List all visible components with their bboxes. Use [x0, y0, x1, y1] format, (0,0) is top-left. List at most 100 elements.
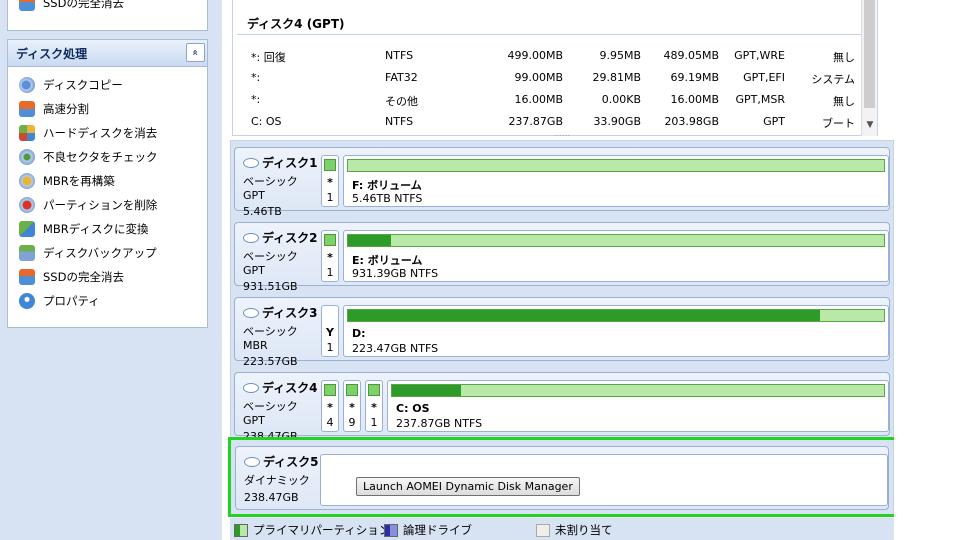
cell-free: 203.98GB [664, 115, 719, 128]
table-row[interactable]: *: その他 16.00MB 0.00KB 16.00MB GPT,MSR 無し [233, 93, 855, 113]
sidebar-item-wipe-disk[interactable]: ハードディスクを消去 [19, 123, 157, 143]
partition-letter: * [349, 401, 355, 414]
rebuild-mbr-icon [19, 173, 35, 189]
disk-name-row: ディスク2 [243, 229, 323, 246]
cell-used: 9.95MB [599, 49, 641, 62]
disk-backup-icon [19, 245, 35, 261]
table-row[interactable]: *: FAT32 99.00MB 29.81MB 69.19MB GPT,EFI… [233, 71, 855, 91]
cell-partition: C: OS [251, 115, 282, 128]
sidebar-item-ssd-erase[interactable]: SSDの完全消去 [19, 267, 124, 287]
partition-detail: 931.39GB NTFS [352, 267, 439, 280]
disk-name: ディスク2 [262, 231, 318, 245]
legend: プライマリパーティション 論理ドライブ 未割り当て [230, 518, 894, 540]
disk-name-row: ディスク3 [243, 304, 323, 321]
partition-bar [346, 384, 358, 396]
sidebar-item-label: SSDの完全消去 [43, 270, 124, 284]
primary-swatch-icon [234, 523, 248, 537]
partition-usage-fill [392, 385, 461, 396]
quick-partition-icon [19, 101, 35, 117]
sidebar-item-label: MBRディスクに変換 [43, 222, 149, 236]
sidebar-item-label: 不良セクタをチェック [43, 150, 158, 164]
partition-block-small[interactable]: Y 1 [321, 305, 339, 357]
disk-name-row: ディスク1 [243, 154, 323, 171]
partition-table: ディスク4 (GPT) *: 回復 NTFS 499.00MB 9.95MB 4… [232, 0, 878, 136]
sidebar-item-rebuild-mbr[interactable]: MBRを再構築 [19, 171, 115, 191]
splitter-grip-icon[interactable]: ⋯⋯ [554, 132, 570, 140]
scroll-down-icon[interactable]: ▼ [862, 120, 878, 134]
partition-block-main[interactable]: E: ボリューム 931.39GB NTFS [343, 230, 889, 282]
ssd-erase-icon [19, 269, 35, 285]
scrollbar-thumb[interactable] [864, 0, 875, 108]
disk-size: 5.46TB [243, 205, 282, 218]
sidebar-item-label: ディスクコピー [43, 78, 123, 92]
disk-type: ベーシック GPT [243, 175, 298, 202]
cell-filesystem: その他 [385, 95, 418, 108]
cell-flag: GPT,WRE [734, 49, 785, 62]
sidebar-item-ssd-erase-top[interactable]: SSDの完全消去 [19, 0, 124, 13]
partition-block-small[interactable]: * 9 [343, 380, 361, 432]
sidebar-item-label: ディスクバックアップ [43, 246, 157, 260]
sidebar-item-delete-partition[interactable]: パーティションを削除 [19, 195, 157, 215]
disk-icon [243, 382, 259, 393]
partition-usage-bar [347, 309, 885, 322]
disk-icon [243, 157, 259, 168]
legend-logical: 論理ドライブ [384, 522, 472, 538]
partition-block-main[interactable]: D: 223.47GB NTFS [343, 305, 889, 357]
partition-bar [368, 384, 380, 396]
sidebar-item-label: 高速分割 [43, 102, 89, 116]
partition-block-main[interactable]: C: OS 237.87GB NTFS [387, 380, 889, 432]
sidebar-top-box: SSDの完全消去 [7, 0, 208, 31]
table-row[interactable]: *: 回復 NTFS 499.00MB 9.95MB 489.05MB GPT,… [233, 49, 855, 69]
disk-type: ベーシック GPT [243, 400, 298, 427]
disk-name-row: ディスク4 [243, 379, 323, 396]
panel-header: ディスク処理 » [8, 40, 207, 67]
collapse-icon[interactable]: » [186, 43, 205, 62]
bad-sector-icon [19, 149, 35, 165]
partition-block-small[interactable]: * 1 [365, 380, 383, 432]
sidebar-item-disk-backup[interactable]: ディスクバックアップ [19, 243, 157, 263]
disk-name-row: ディスク5 [244, 453, 324, 470]
sidebar-item-quick-partition[interactable]: 高速分割 [19, 99, 89, 119]
table-row[interactable]: C: OS NTFS 237.87GB 33.90GB 203.98GB GPT… [233, 115, 855, 135]
table-title: ディスク4 (GPT) [247, 17, 345, 31]
dynamic-disk-area: Launch AOMEI Dynamic Disk Manager [320, 454, 888, 506]
sidebar-item-convert-mbr[interactable]: MBRディスクに変換 [19, 219, 149, 239]
panel-title: ディスク処理 [16, 46, 88, 61]
partition-index: 1 [326, 341, 334, 354]
partition-block-small[interactable]: * 1 [321, 155, 339, 207]
disk-card-2[interactable]: ディスク2 ベーシック GPT 931.51GB * 1 E: ボリューム 93… [234, 222, 890, 293]
legend-label: 論理ドライブ [403, 523, 472, 537]
table-divider [237, 34, 873, 35]
cell-partition: *: [251, 71, 261, 84]
launch-dynamic-disk-manager-button[interactable]: Launch AOMEI Dynamic Disk Manager [356, 477, 580, 496]
cell-partition: *: [251, 93, 261, 106]
disk-card-4[interactable]: ディスク4 ベーシック GPT 238.47GB * 4 * 9 * 1 C: … [234, 372, 890, 443]
sidebar-item-disk-copy[interactable]: ディスクコピー [19, 75, 123, 95]
sidebar-item-label: MBRを再構築 [43, 174, 115, 188]
disk-type: ベーシック GPT [243, 250, 298, 277]
partition-block-small[interactable]: * 1 [321, 230, 339, 282]
sidebar-item-bad-sector[interactable]: 不良セクタをチェック [19, 147, 158, 167]
disk-card-5[interactable]: ディスク5 ダイナミック 238.47GB Launch AOMEI Dynam… [235, 446, 889, 510]
partition-index: 1 [370, 416, 378, 429]
disk-info: ディスク5 ダイナミック 238.47GB [244, 453, 324, 504]
partition-usage-fill [348, 310, 820, 321]
cell-capacity: 237.87GB [508, 115, 563, 128]
partition-usage-bar [347, 159, 885, 172]
partition-block-small[interactable]: * 4 [321, 380, 339, 432]
partition-detail: 237.87GB NTFS [396, 417, 483, 430]
sidebar-item-properties[interactable]: プロパティ [19, 291, 100, 311]
table-scrollbar[interactable]: ▼ [861, 0, 877, 136]
cell-status: システム [811, 73, 855, 86]
delete-partition-icon [19, 197, 35, 213]
cell-status: 無し [833, 51, 855, 64]
partition-letter: * [327, 176, 333, 189]
disk-name: ディスク4 [262, 381, 318, 395]
partition-block-main[interactable]: F: ボリューム 5.46TB NTFS [343, 155, 889, 207]
disk-size: 931.51GB [243, 280, 298, 293]
disk-card-1[interactable]: ディスク1 ベーシック GPT 5.46TB * 1 F: ボリューム 5.46… [234, 147, 890, 218]
cell-partition: *: 回復 [251, 51, 286, 64]
disk-card-3[interactable]: ディスク3 ベーシック MBR 223.57GB Y 1 D: 223.47GB… [234, 297, 890, 368]
partition-detail: 223.47GB NTFS [352, 342, 439, 355]
partition-label: F: ボリューム [352, 179, 422, 192]
